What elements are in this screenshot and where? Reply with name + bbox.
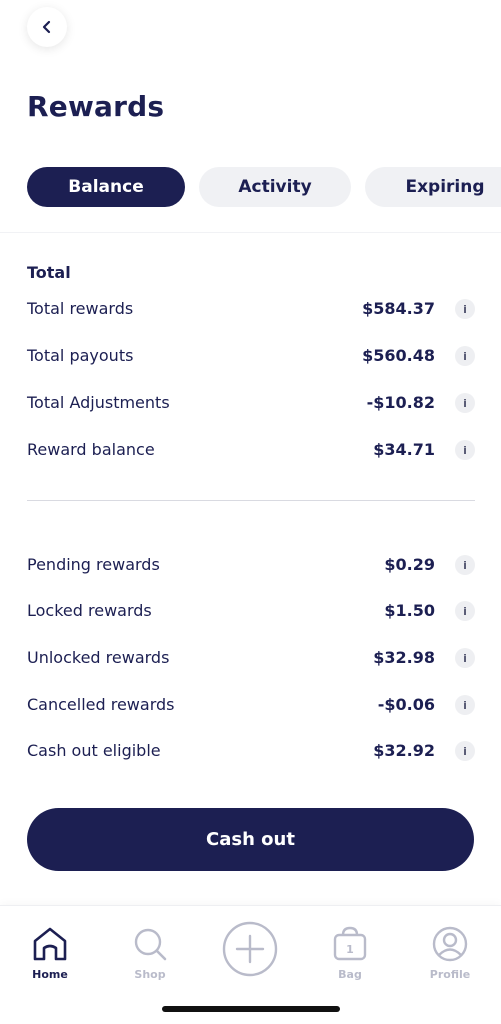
row-value: -$0.06 [377, 695, 435, 714]
info-icon[interactable]: i [455, 393, 475, 413]
nav-label: Home [32, 968, 68, 981]
row-cash-out-eligible: Cash out eligible $32.92 i [27, 738, 475, 764]
row-value: $0.29 [384, 555, 435, 574]
row-value: $34.71 [373, 440, 435, 459]
nav-home[interactable]: Home [10, 906, 90, 996]
row-label: Cancelled rewards [27, 695, 175, 714]
row-total-rewards: Total rewards $584.37 i [27, 296, 475, 322]
row-value: $560.48 [362, 346, 435, 365]
tab-activity[interactable]: Activity [199, 167, 351, 207]
info-icon[interactable]: i [455, 648, 475, 668]
back-button[interactable] [27, 7, 67, 47]
search-icon [134, 928, 167, 961]
row-unlocked-rewards: Unlocked rewards $32.98 i [27, 645, 475, 671]
nav-label: Shop [134, 968, 166, 981]
row-value: $32.92 [373, 741, 435, 760]
home-indicator [162, 1006, 340, 1012]
row-label: Pending rewards [27, 555, 160, 574]
nav-label: Bag [338, 968, 362, 981]
row-locked-rewards: Locked rewards $1.50 i [27, 598, 475, 624]
bag-count-badge: 1 [346, 943, 354, 956]
section-separator [0, 232, 501, 233]
row-reward-balance: Reward balance $34.71 i [27, 437, 475, 463]
divider [27, 500, 475, 501]
info-icon[interactable]: i [455, 346, 475, 366]
tab-expiring[interactable]: Expiring [365, 167, 501, 207]
row-label: Locked rewards [27, 601, 152, 620]
row-value: $1.50 [384, 601, 435, 620]
nav-bag[interactable]: 1 Bag [310, 906, 390, 996]
nav-shop[interactable]: Shop [110, 906, 190, 996]
row-cancelled-rewards: Cancelled rewards -$0.06 i [27, 692, 475, 718]
row-total-adjustments: Total Adjustments -$10.82 i [27, 390, 475, 416]
row-value: -$10.82 [366, 393, 435, 412]
row-label: Total payouts [27, 346, 134, 365]
page-title: Rewards [27, 90, 165, 123]
info-icon[interactable]: i [455, 741, 475, 761]
cash-out-button[interactable]: Cash out [27, 808, 474, 871]
row-total-payouts: Total payouts $560.48 i [27, 343, 475, 369]
totals-section-header: Total [27, 263, 71, 282]
tab-bar: Balance Activity Expiring [27, 167, 501, 207]
tab-balance[interactable]: Balance [27, 167, 185, 207]
row-value: $32.98 [373, 648, 435, 667]
home-icon [33, 927, 67, 961]
plus-circle-icon [222, 921, 278, 977]
bag-icon: 1 [333, 926, 367, 961]
info-icon[interactable]: i [455, 299, 475, 319]
profile-icon [432, 926, 468, 962]
row-label: Cash out eligible [27, 741, 161, 760]
chevron-left-icon [42, 20, 51, 34]
info-icon[interactable]: i [455, 440, 475, 460]
info-icon[interactable]: i [455, 695, 475, 715]
info-icon[interactable]: i [455, 601, 475, 621]
nav-profile[interactable]: Profile [410, 906, 490, 996]
row-pending-rewards: Pending rewards $0.29 i [27, 552, 475, 578]
info-icon[interactable]: i [455, 555, 475, 575]
nav-label: Profile [429, 968, 471, 981]
row-label: Unlocked rewards [27, 648, 170, 667]
row-value: $584.37 [362, 299, 435, 318]
row-label: Reward balance [27, 440, 155, 459]
nav-add[interactable] [210, 906, 290, 996]
row-label: Total Adjustments [27, 393, 170, 412]
row-label: Total rewards [27, 299, 134, 318]
